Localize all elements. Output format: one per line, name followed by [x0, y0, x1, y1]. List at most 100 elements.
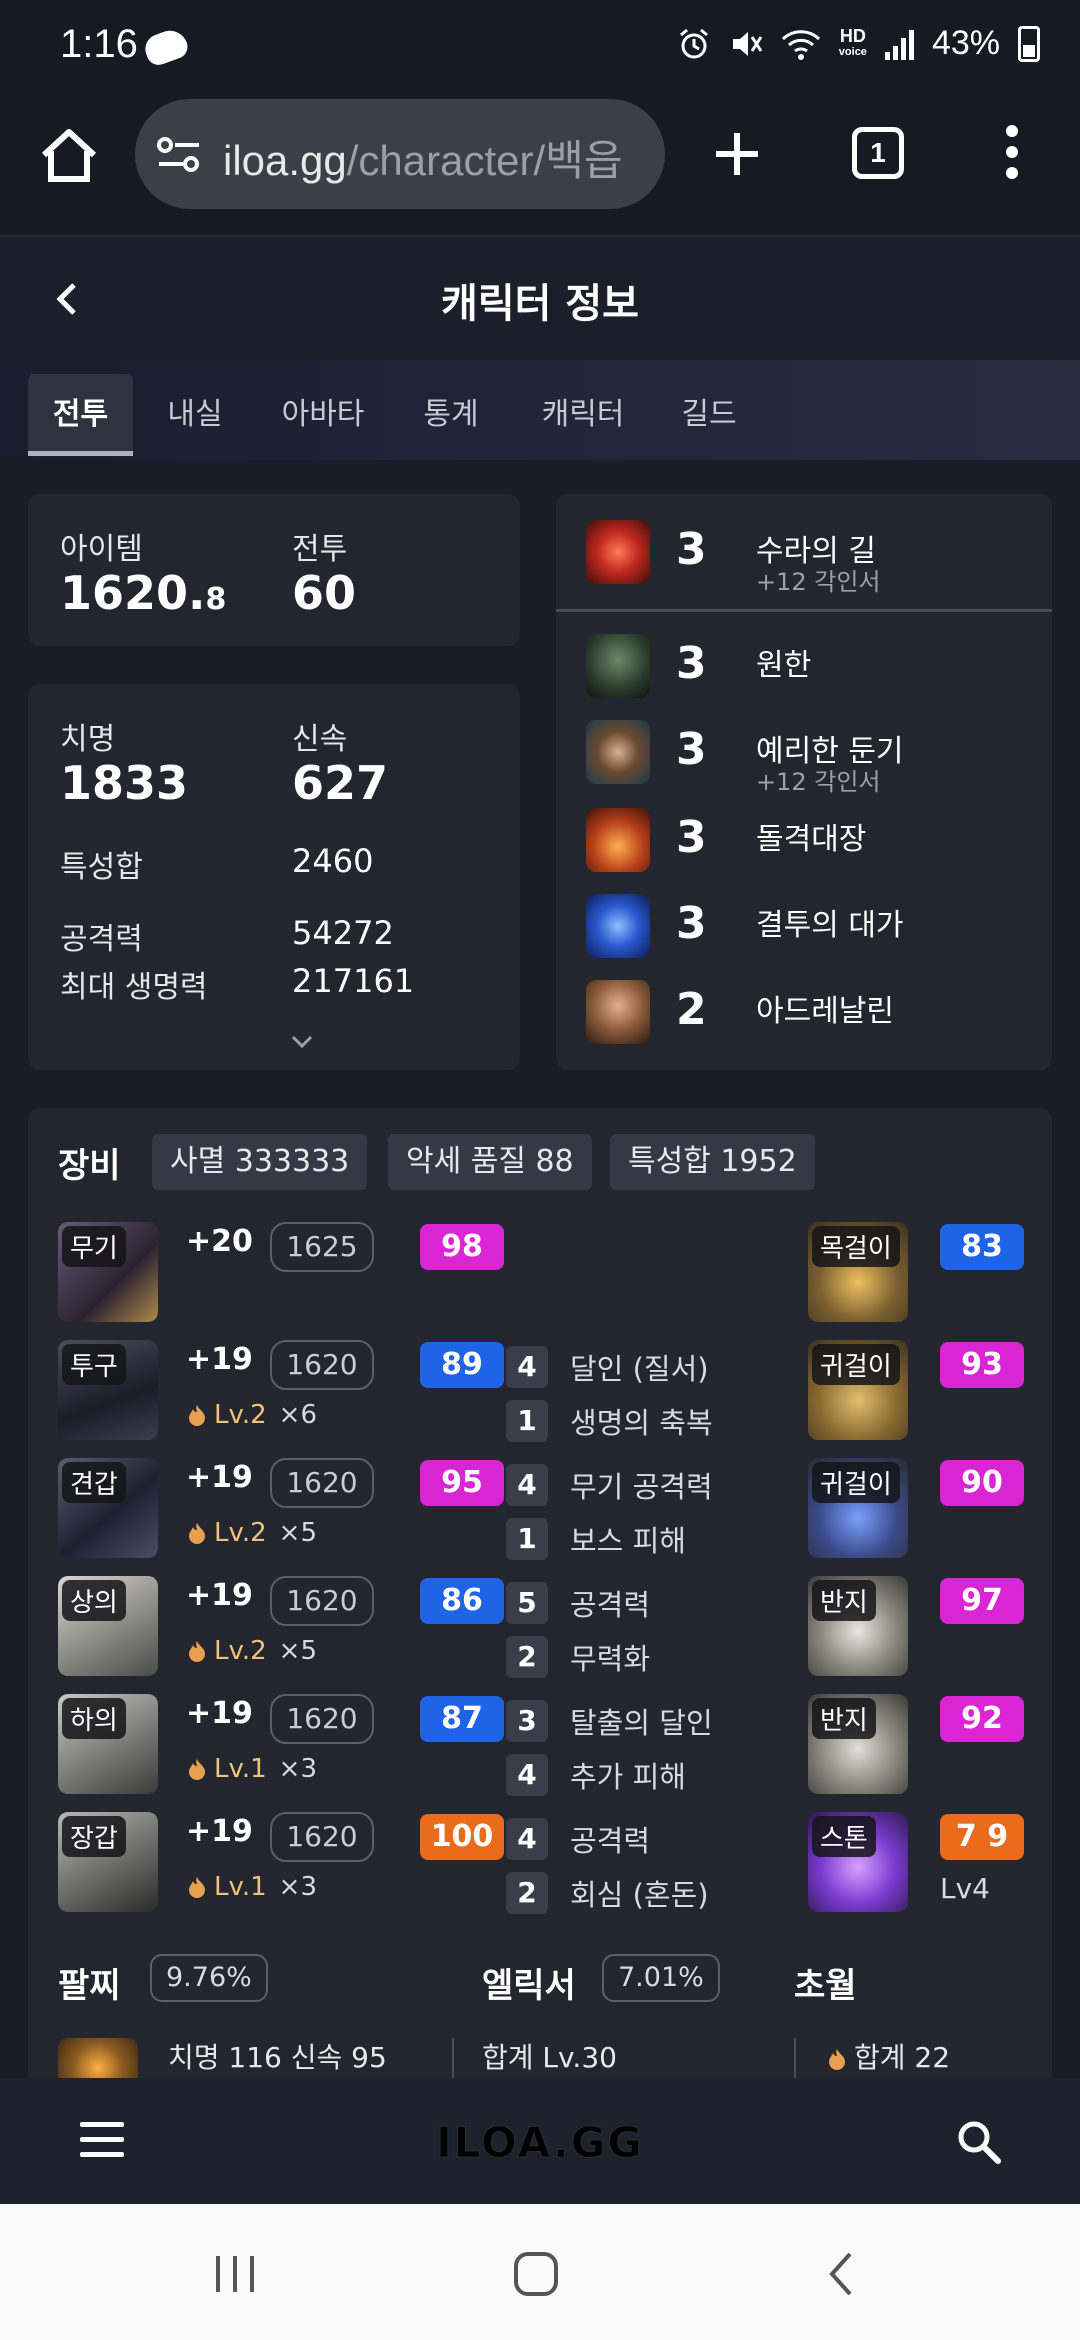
equipment-row-chest[interactable]: 상의 +19 1620 86 Lv.2 ×5: [58, 1576, 518, 1676]
hone-level: +19: [186, 1578, 253, 1613]
tab-bar: 전투 내실 아바타 통계 캐릭터 길드: [0, 360, 1080, 460]
engraving-row[interactable]: 3 결투의 대가: [586, 894, 1056, 964]
equipment-row-gloves[interactable]: 장갑 +19 1620 100 Lv.1 ×3: [58, 1812, 518, 1912]
total-stats-value: 2460: [292, 842, 374, 880]
engraving-row[interactable]: 3 돌격대장: [586, 808, 1056, 878]
home-icon[interactable]: [38, 125, 100, 187]
stats-card: 치명 1833 신속 627 특성합 2460 공격력 54272 최대 생명력…: [28, 684, 520, 1070]
transcend-total: 합계 22: [826, 2036, 950, 2076]
browser-menu-icon[interactable]: [1000, 125, 1024, 187]
quality-badge: 98: [420, 1224, 504, 1270]
flame-icon: [189, 1641, 205, 1662]
total-stats-label: 특성합: [60, 850, 143, 885]
engraving-name: 결투의 대가: [756, 908, 904, 943]
equipment-row-helmet[interactable]: 투구 +19 1620 89 Lv.2 ×6: [58, 1340, 518, 1440]
tab-guild[interactable]: 길드: [664, 374, 754, 456]
accessory-stone[interactable]: 스톤 7 9 Lv4: [808, 1812, 1028, 1912]
tab-roster[interactable]: 내실: [150, 374, 240, 456]
wifi-icon: [781, 29, 820, 60]
tab-character[interactable]: 캐릭터: [528, 374, 638, 456]
accessory-ring[interactable]: 반지 97: [808, 1576, 1028, 1676]
swift-value: 627: [292, 756, 389, 810]
engravings-card: 3 수라의 길 +12 각인서 3 원한 3 예리한 둔기 +12 각인서 3 …: [556, 494, 1052, 1070]
ability-stone-icon: 스톤: [808, 1812, 908, 1912]
shoulder-icon: 견갑: [58, 1458, 158, 1558]
quality-badge: 90: [940, 1460, 1024, 1506]
quality-badge: 95: [420, 1460, 504, 1506]
alarm-icon: [679, 28, 708, 58]
accessory-effect: 4 공격력: [506, 1816, 836, 1866]
combat-level-label: 전투: [292, 532, 348, 567]
equipment-row-weapon[interactable]: 무기 +20 1625 98: [58, 1222, 518, 1322]
site-settings-icon[interactable]: [157, 137, 201, 173]
accessory-effect: 2 회심 (혼돈): [506, 1870, 836, 1920]
engraving-row[interactable]: 2 아드레날린: [586, 980, 1056, 1050]
bracelet-percent: 9.76%: [150, 1954, 268, 2002]
status-time: 1:16: [60, 22, 138, 66]
engraving-icon: [586, 894, 650, 958]
engraving-row[interactable]: 3 예리한 둔기 +12 각인서: [586, 720, 1056, 796]
engraving-icon: [586, 520, 650, 584]
hone-level: +19: [186, 1814, 253, 1849]
item-level: 1620: [270, 1694, 374, 1744]
accessory-stats-chip: 특성합 1952: [610, 1134, 815, 1190]
ring-icon: 반지: [808, 1694, 908, 1794]
chevron-down-icon[interactable]: [290, 1034, 314, 1050]
tab-combat[interactable]: 전투: [28, 374, 133, 456]
engraving-book: +12 각인서: [756, 568, 881, 596]
accessory-earring[interactable]: 귀걸이 93: [808, 1340, 1028, 1440]
search-icon[interactable]: [955, 2118, 1003, 2166]
item-level: 1620: [270, 1812, 374, 1862]
set-chip: 사멸 333333: [152, 1134, 368, 1190]
tab-avatar[interactable]: 아바타: [268, 374, 378, 456]
necklace-icon: 목걸이: [808, 1222, 908, 1322]
accessory-ring[interactable]: 반지 92: [808, 1694, 1028, 1794]
site-logo[interactable]: ILOA.GG: [0, 2118, 1080, 2168]
engraving-row[interactable]: 3 수라의 길 +12 각인서: [586, 520, 1056, 596]
accessory-necklace[interactable]: 목걸이 83: [808, 1222, 1028, 1322]
accessory-effect: 4 추가 피해: [506, 1752, 836, 1802]
stone-level: Lv4: [940, 1872, 990, 1905]
divider: [794, 2038, 796, 2078]
flame-icon: [189, 1405, 205, 1426]
new-tab-icon[interactable]: [712, 129, 762, 179]
tab-stats[interactable]: 통계: [406, 374, 496, 456]
extras-section: 팔찌 9.76% 엘릭서 7.01% 초월 치명 116 신속 95 합계 Lv…: [58, 1954, 1038, 2098]
engraving-book: +12 각인서: [756, 768, 881, 796]
elixir-total: 합계 Lv.30: [482, 2041, 617, 2074]
site-bottom-nav: ILOA.GG: [0, 2078, 1080, 2204]
engraving-icon: [586, 720, 650, 784]
quality-badge: 86: [420, 1578, 504, 1624]
max-hp-label: 최대 생명력: [60, 970, 208, 1005]
engraving-icon: [586, 980, 650, 1044]
engraving-level: 3: [676, 724, 707, 775]
page-header: 캐릭터 정보: [0, 235, 1080, 360]
tab-switcher-button[interactable]: 1: [852, 127, 904, 179]
signal-icon: [884, 28, 914, 60]
engraving-name: 돌격대장: [756, 822, 867, 857]
hone-level: +19: [186, 1460, 253, 1495]
notification-cloud-icon: [141, 25, 191, 69]
quality-badge: 87: [420, 1696, 504, 1742]
back-button-icon[interactable]: [826, 2250, 856, 2298]
combat-level-value: 60: [292, 566, 357, 620]
battery-percent: 43%: [931, 24, 1000, 62]
home-button-icon[interactable]: [512, 2250, 560, 2298]
transcend-level: Lv.2 ×5: [186, 1636, 317, 1666]
mute-icon: [732, 31, 763, 56]
equipment-row-shoulder[interactable]: 견갑 +19 1620 95 Lv.2 ×5: [58, 1458, 518, 1558]
hone-level: +20: [186, 1224, 253, 1259]
address-bar[interactable]: iloa.gg/character/백읍: [135, 99, 665, 209]
url-text[interactable]: iloa.gg/character/백읍: [223, 127, 622, 188]
engraving-icon: [586, 634, 650, 698]
equipment-row-pants[interactable]: 하의 +19 1620 87 Lv.1 ×3: [58, 1694, 518, 1794]
engraving-row[interactable]: 3 원한: [586, 634, 1056, 704]
flame-icon: [189, 1523, 205, 1544]
quality-badge: 93: [940, 1342, 1024, 1388]
flame-icon: [189, 1877, 205, 1898]
engraving-level: 3: [676, 812, 707, 863]
equipment-card: 장비 사멸 333333 악세 품질 88 특성합 1952 무기 +20 16…: [28, 1108, 1052, 2098]
recent-apps-icon[interactable]: [212, 2254, 258, 2294]
item-level-label: 아이템: [60, 532, 143, 567]
accessory-earring[interactable]: 귀걸이 90: [808, 1458, 1028, 1558]
